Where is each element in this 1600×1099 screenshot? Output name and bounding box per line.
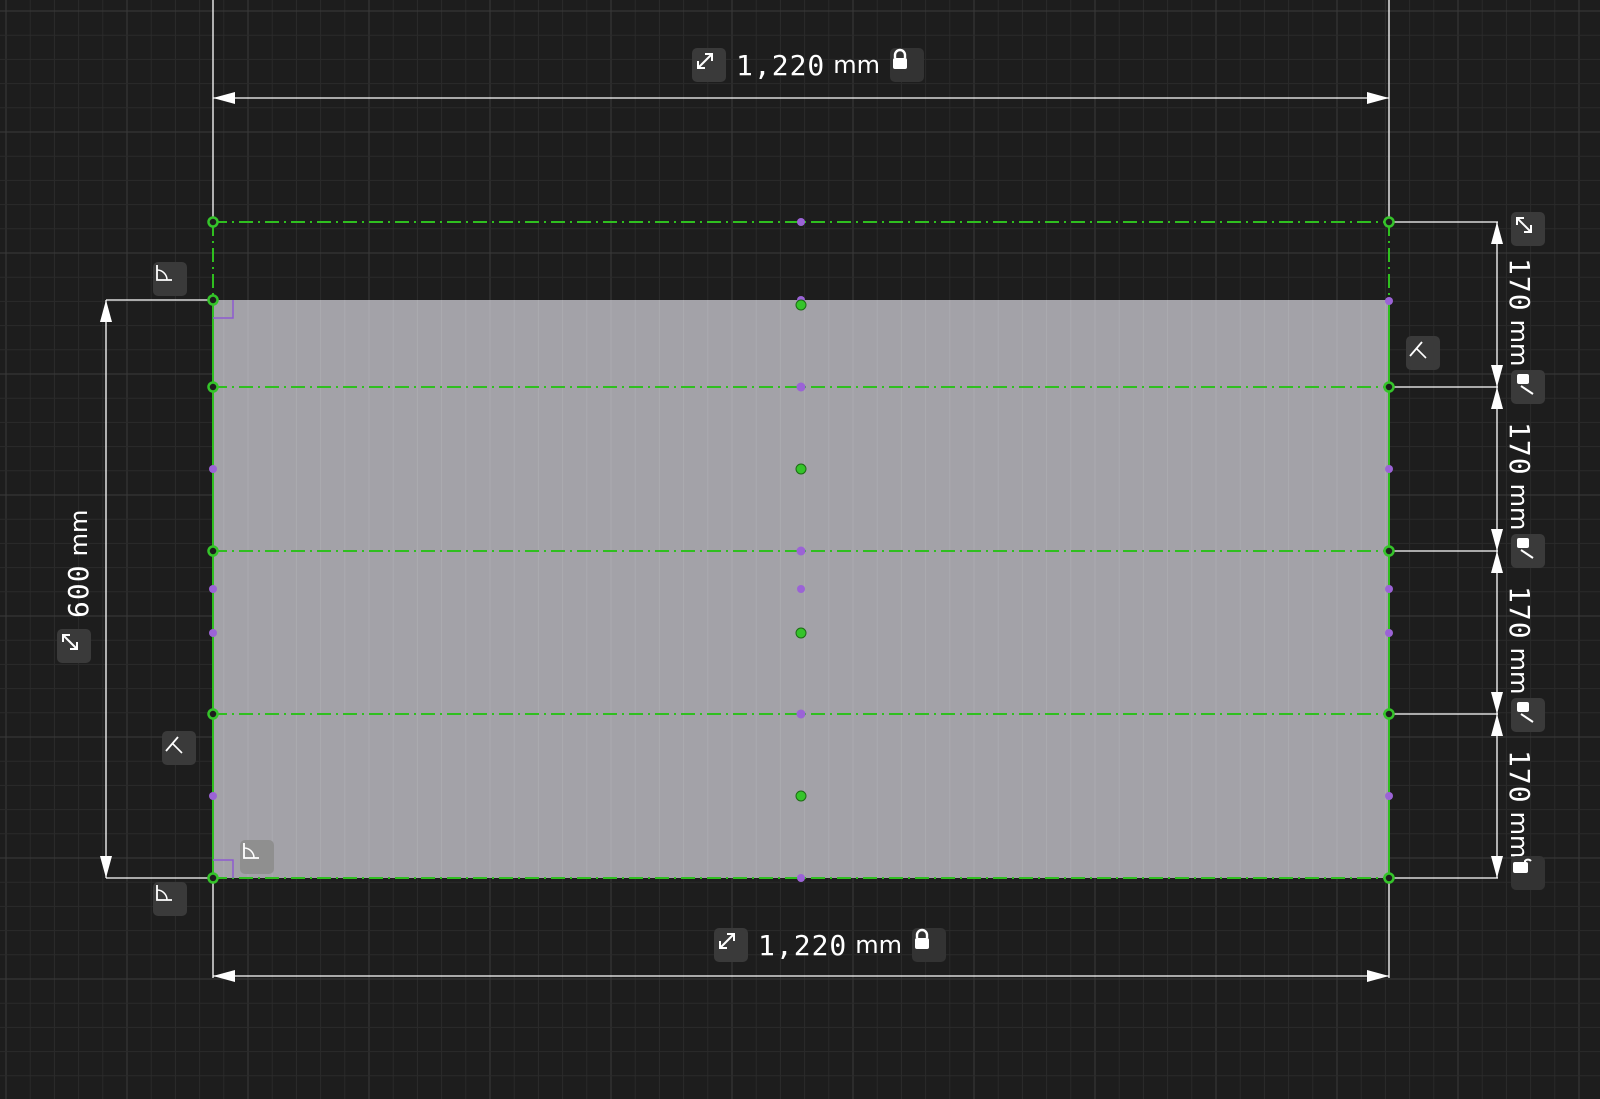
perpendicular-angle-icon[interactable] [153,882,187,916]
dimension-unit: mm [1505,811,1534,859]
diagonal-line-icon[interactable] [1406,336,1440,370]
dimension-width-top[interactable]: 1,220 mm [692,48,925,82]
dimension-value[interactable]: 170 [1503,258,1536,312]
dimension-unit: mm [1505,319,1534,367]
lock-icon[interactable] [890,48,925,82]
dimension-spacing-3[interactable]: 170 mm [1503,586,1536,694]
dimension-value[interactable]: 1,220 [758,929,847,962]
lock-icon[interactable] [912,928,947,962]
resize-diagonal-icon[interactable] [714,928,748,962]
dimension-spacing-2[interactable]: 170 mm [1503,422,1536,530]
dimension-height-left[interactable]: 600 mm [62,510,95,618]
dimension-unit: mm [833,51,881,79]
perpendicular-angle-icon[interactable] [240,840,274,874]
diagonal-line-icon[interactable] [162,731,196,765]
dimension-spacing-4[interactable]: 170 mm [1503,750,1536,858]
dimension-unit: mm [1505,647,1534,695]
dimension-width-bottom[interactable]: 1,220 mm [714,928,947,962]
dimension-unit: mm [64,509,93,557]
sketch-canvas[interactable]: 1,220 mm 1,220 mm 600 mm 170 mm 170 mm 1… [0,0,1600,1099]
lock-resize-icon[interactable] [1511,370,1545,404]
lock-resize-icon[interactable] [1511,534,1545,568]
dimension-value[interactable]: 1,220 [736,49,825,82]
perpendicular-angle-icon[interactable] [153,262,187,296]
dimension-value[interactable]: 170 [1503,422,1536,476]
dimension-value[interactable]: 170 [1503,586,1536,640]
dimension-spacing-1[interactable]: 170 mm [1503,258,1536,366]
resize-diagonal-icon[interactable] [1511,212,1545,246]
dimension-value[interactable]: 600 [62,564,95,618]
lock-resize-icon[interactable] [1511,698,1545,732]
lock-icon[interactable] [1511,856,1545,890]
dimension-unit: mm [1505,483,1534,531]
dimension-value[interactable]: 170 [1503,750,1536,804]
resize-diagonal-icon[interactable] [57,629,91,663]
dimension-unit: mm [855,931,903,959]
resize-diagonal-icon[interactable] [692,48,726,82]
